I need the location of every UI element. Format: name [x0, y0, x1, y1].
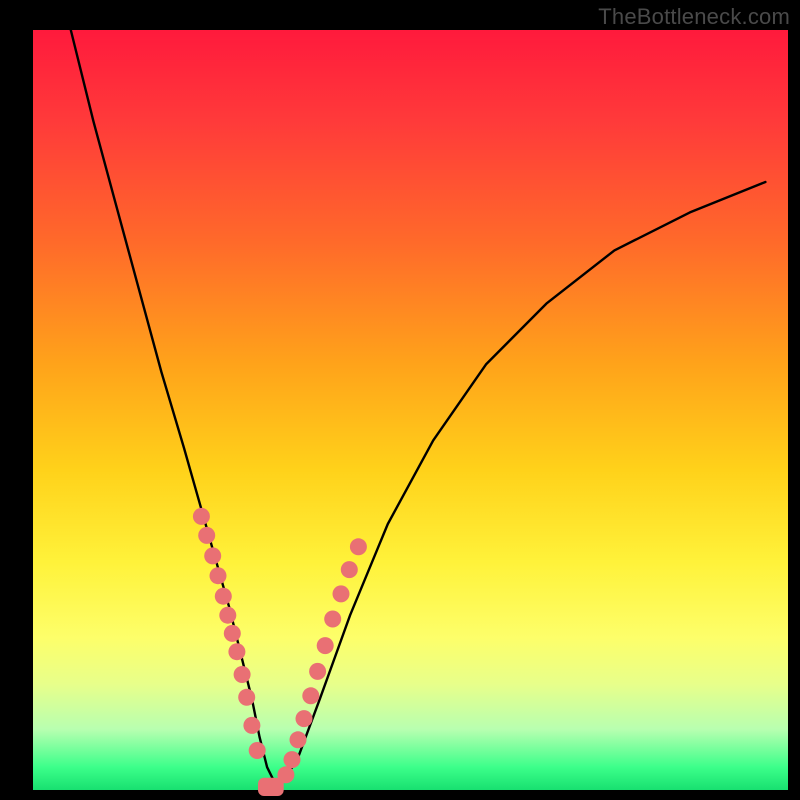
curve-dot-left: [198, 527, 215, 544]
outer-frame: TheBottleneck.com: [0, 0, 800, 800]
bottleneck-curve: [71, 30, 766, 782]
curve-dot-right: [324, 611, 341, 628]
curve-dot-left: [219, 607, 236, 624]
curve-dot-right: [302, 687, 319, 704]
curve-dot-right: [333, 585, 350, 602]
curve-dot-left: [234, 666, 251, 683]
curve-dot-right: [284, 751, 301, 768]
chart-overlay: [0, 0, 800, 800]
curve-dot-right: [296, 710, 313, 727]
curve-dot-left: [249, 742, 266, 759]
curve-dot-left: [238, 689, 255, 706]
curve-dot-left: [228, 643, 245, 660]
curve-dot-left: [224, 625, 241, 642]
curve-dot-left: [215, 588, 232, 605]
curve-dot-left: [204, 547, 221, 564]
watermark-text: TheBottleneck.com: [598, 4, 790, 30]
curve-dot-right: [309, 663, 326, 680]
curve-bottom-bar: [258, 778, 284, 796]
curve-dot-right: [290, 731, 307, 748]
curve-dot-right: [350, 538, 367, 555]
curve-dot-left: [243, 717, 260, 734]
curve-dot-right: [317, 637, 334, 654]
curve-dot-left: [193, 508, 210, 525]
curve-dot-left: [210, 567, 227, 584]
curve-dot-right: [341, 561, 358, 578]
